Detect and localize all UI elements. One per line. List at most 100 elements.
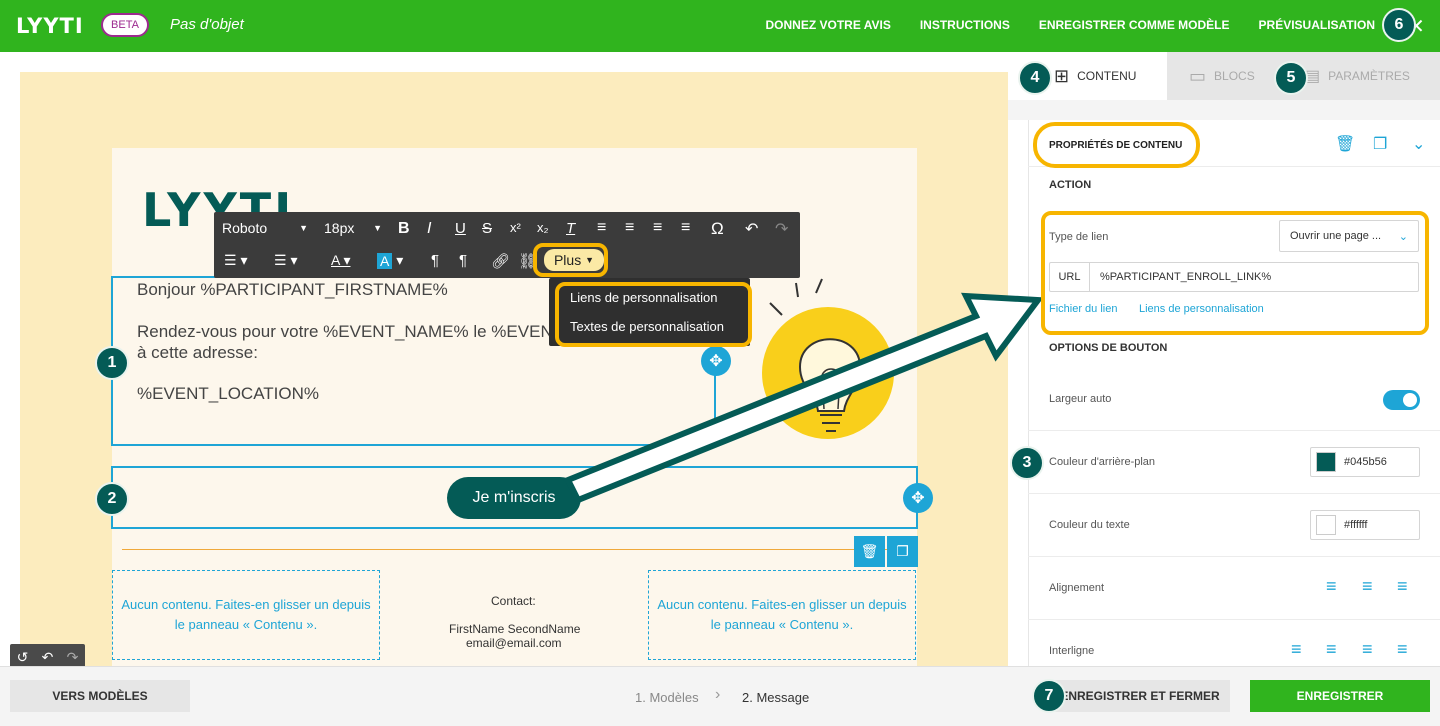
background-color-icon[interactable]: A ▾ xyxy=(377,252,403,269)
bg-color-picker[interactable]: #045b56 xyxy=(1310,447,1420,477)
preview-link[interactable]: PRÉVISUALISATION xyxy=(1259,18,1375,32)
italic-icon[interactable]: I xyxy=(427,220,431,238)
feedback-link[interactable]: DONNEZ VOTRE AVIS xyxy=(766,18,891,32)
duplicate-block-button[interactable]: ❐ xyxy=(887,536,918,567)
event-text[interactable]: Rendez-vous pour votre %EVENT_NAME% le %… xyxy=(137,322,553,342)
bold-icon[interactable]: B xyxy=(398,220,410,238)
link-type-select[interactable]: Ouvrir une page ... ⌄ xyxy=(1279,220,1419,252)
bg-color-value: #045b56 xyxy=(1344,456,1387,468)
tab-blocs[interactable]: ▭ BLOCS xyxy=(1167,52,1283,100)
text-color-picker[interactable]: #ffffff xyxy=(1310,510,1420,540)
contact-email: email@email.com xyxy=(466,636,562,650)
move-text-block-handle[interactable]: ✥ xyxy=(701,346,731,376)
chevron-right-icon: › xyxy=(715,686,721,703)
instructions-link[interactable]: INSTRUCTIONS xyxy=(920,18,1010,32)
step-badge-4: 4 xyxy=(1018,61,1052,95)
tab-contenu-label: CONTENU xyxy=(1077,69,1137,83)
url-field[interactable]: URL %PARTICIPANT_ENROLL_LINK% xyxy=(1049,262,1419,292)
align-justify-icon[interactable]: ≡ xyxy=(681,219,690,237)
chevron-down-icon[interactable]: ⌄ xyxy=(1412,134,1425,154)
location-text[interactable]: %EVENT_LOCATION% xyxy=(137,384,319,404)
text-color-icon[interactable]: A ▾ xyxy=(331,252,350,269)
line-height-1-icon[interactable]: ≡ xyxy=(1291,639,1302,660)
undo-icon[interactable]: ↶ xyxy=(745,219,758,239)
step-badge-7: 7 xyxy=(1032,679,1066,713)
line-height-label: Interligne xyxy=(1049,645,1095,657)
delete-icon[interactable]: 🗑︎ xyxy=(1335,134,1355,154)
link-type-label: Type de lien xyxy=(1049,231,1109,243)
top-nav: DONNEZ VOTRE AVIS INSTRUCTIONS ENREGISTR… xyxy=(766,18,1376,32)
ordered-list-icon[interactable]: ☰ ▾ xyxy=(224,252,247,269)
rich-text-toolbar: Roboto ▼ 18px ▼ B I U S x² x₂ T ≡ ≡ ≡ ≡ Ω … xyxy=(214,212,800,278)
unlink-icon[interactable]: ⛓︎ xyxy=(518,252,537,270)
align-left-icon[interactable]: ≡ xyxy=(597,219,606,237)
lightbulb-illustration xyxy=(762,278,894,439)
save-as-template-link[interactable]: ENREGISTRER COMME MODÈLE xyxy=(1039,18,1230,32)
redo-icon[interactable]: ↷ xyxy=(67,649,79,666)
personal-links-link[interactable]: Liens de personnalisation xyxy=(1139,303,1264,315)
file-link[interactable]: Fichier du lien xyxy=(1049,303,1117,315)
clear-format-icon[interactable]: T xyxy=(566,220,575,237)
align-right-icon[interactable]: ≡ xyxy=(1397,576,1408,597)
text-color-value: #ffffff xyxy=(1344,519,1368,531)
align-left-icon[interactable]: ≡ xyxy=(1326,576,1337,597)
special-char-icon[interactable]: Ω xyxy=(711,219,724,239)
step-templates[interactable]: 1. Modèles xyxy=(635,690,699,705)
align-center-icon[interactable]: ≡ xyxy=(1362,576,1373,597)
menu-item-personal-links[interactable]: Liens de personnalisation xyxy=(570,290,717,305)
subscript-icon[interactable]: x₂ xyxy=(537,220,549,235)
link-icon[interactable]: 🔗︎ xyxy=(491,252,510,270)
auto-width-label: Largeur auto xyxy=(1049,393,1112,405)
bg-color-chip xyxy=(1316,452,1336,472)
menu-item-personal-texts[interactable]: Textes de personnalisation xyxy=(570,319,724,334)
app-logo: LYYTI xyxy=(16,14,84,38)
link-type-value: Ouvrir une page ... xyxy=(1290,230,1382,242)
chevron-down-icon: ⌄ xyxy=(1398,230,1408,243)
url-value: %PARTICIPANT_ENROLL_LINK% xyxy=(1100,271,1272,283)
undo-icon[interactable]: ↶ xyxy=(42,649,54,666)
contact-name: FirstName SecondName xyxy=(449,622,581,636)
redo-icon[interactable]: ↷ xyxy=(775,219,788,239)
move-button-block-handle[interactable]: ✥ xyxy=(903,483,933,513)
divider-line xyxy=(122,549,910,550)
row-divider-2 xyxy=(1028,493,1440,494)
font-family-select[interactable]: Roboto ▼ xyxy=(222,220,308,236)
underline-icon[interactable]: U xyxy=(455,220,466,237)
save-button[interactable]: ENREGISTRER xyxy=(1250,680,1430,712)
templates-button[interactable]: VERS MODÈLES xyxy=(10,680,190,712)
row-divider-1 xyxy=(1028,430,1440,431)
duplicate-icon[interactable]: ❐ xyxy=(1373,134,1387,154)
line-height-3-icon[interactable]: ≡ xyxy=(1362,639,1373,660)
step-badge-3: 3 xyxy=(1010,446,1044,480)
unordered-list-icon[interactable]: ☰ ▾ xyxy=(274,252,297,269)
save-and-close-button[interactable]: ENREGISTRER ET FERMER xyxy=(1050,680,1230,712)
step-message[interactable]: 2. Message xyxy=(742,690,809,705)
props-title: PROPRIÉTÉS DE CONTENU xyxy=(1049,140,1183,151)
superscript-icon[interactable]: x² xyxy=(510,220,521,235)
align-center-icon[interactable]: ≡ xyxy=(625,219,634,237)
line-height-4-icon[interactable]: ≡ xyxy=(1397,639,1408,660)
history-icon[interactable]: ↺ xyxy=(17,649,29,666)
delete-block-button[interactable]: 🗑︎ xyxy=(854,536,885,567)
rtl-icon[interactable]: ¶ xyxy=(459,252,467,269)
ltr-icon[interactable]: ¶ xyxy=(431,252,439,269)
text-color-label: Couleur du texte xyxy=(1049,519,1130,531)
grid-icon: ⊞ xyxy=(1054,65,1070,86)
row-divider-4 xyxy=(1028,619,1440,620)
cta-button[interactable]: Je m'inscris xyxy=(447,477,581,519)
empty-column-left[interactable]: Aucun contenu. Faites-en glisser un depu… xyxy=(112,570,380,660)
address-intro-text[interactable]: à cette adresse: xyxy=(137,343,258,363)
greeting-text[interactable]: Bonjour %PARTICIPANT_FIRSTNAME% xyxy=(137,280,448,300)
font-size-select[interactable]: 18px ▼ xyxy=(324,220,382,236)
props-divider xyxy=(1028,166,1440,167)
row-divider-3 xyxy=(1028,556,1440,557)
align-right-icon[interactable]: ≡ xyxy=(653,219,662,237)
beta-badge: BETA xyxy=(101,13,149,37)
empty-column-right[interactable]: Aucun contenu. Faites-en glisser un depu… xyxy=(648,570,916,660)
more-dropdown-button[interactable]: Plus ▼ xyxy=(544,249,604,271)
line-height-2-icon[interactable]: ≡ xyxy=(1326,639,1337,660)
text-color-chip xyxy=(1316,515,1336,535)
email-subject[interactable]: Pas d'objet xyxy=(170,16,244,33)
strikethrough-icon[interactable]: S xyxy=(482,220,492,237)
auto-width-toggle[interactable] xyxy=(1383,390,1420,410)
